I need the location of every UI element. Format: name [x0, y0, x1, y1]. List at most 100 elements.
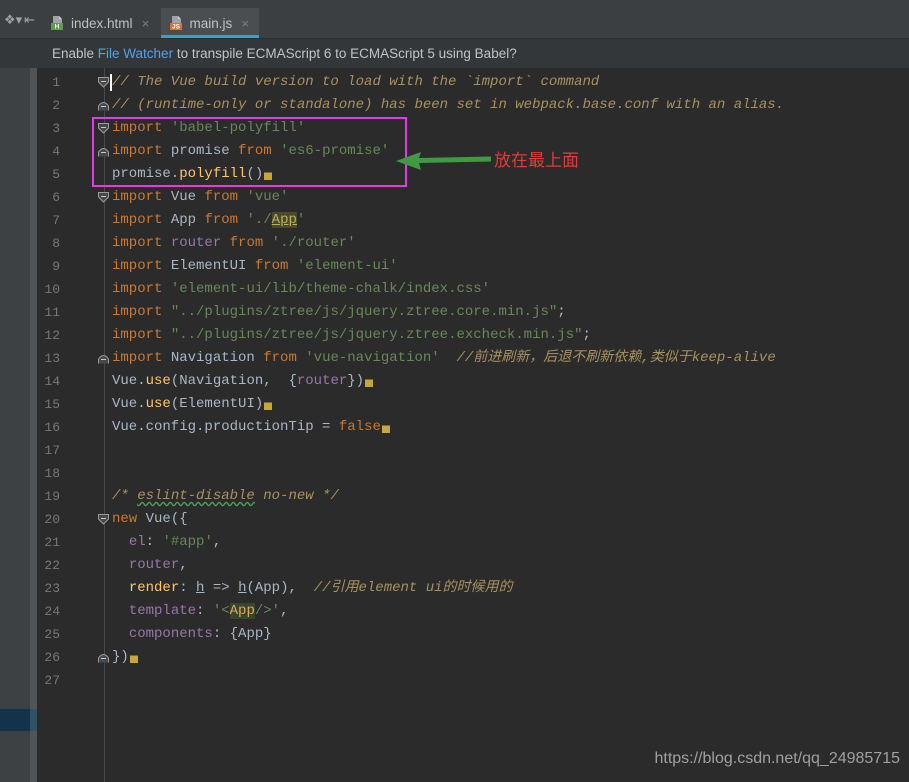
code-text[interactable]: import App from './App'	[112, 209, 305, 232]
code-token: ,	[179, 557, 187, 573]
code-token: from	[204, 189, 238, 205]
fold-gutter	[95, 209, 111, 232]
code-token	[162, 235, 170, 251]
code-token: ElementUI	[162, 258, 254, 274]
code-token: :	[213, 626, 230, 642]
code-token	[162, 120, 170, 136]
left-scrollbar[interactable]	[30, 68, 37, 782]
notification-text-suffix: to transpile ECMAScript 6 to ECMAScript …	[173, 46, 517, 61]
code-text[interactable]: Vue.use(Navigation, {router})	[112, 370, 373, 393]
code-token: (App),	[246, 580, 313, 596]
code-token	[263, 235, 271, 251]
code-token: 'babel-polyfill'	[171, 120, 305, 136]
fold-marker-icon[interactable]	[95, 117, 111, 140]
code-token: Vue.config.productionTip =	[112, 419, 339, 435]
code-text[interactable]: // (runtime-only or standalone) has been…	[112, 94, 784, 117]
code-text[interactable]: Vue.use(ElementUI)	[112, 393, 272, 416]
fold-marker-icon[interactable]	[95, 646, 111, 669]
tab-index-html[interactable]: Hindex.html×	[42, 8, 160, 38]
code-text[interactable]: })	[112, 646, 138, 669]
code-editor[interactable]: 1// The Vue build version to load with t…	[0, 68, 909, 782]
code-text[interactable]: render: h => h(App), //引用element ui的时候用的	[112, 577, 513, 600]
code-token: no-new */	[255, 488, 339, 504]
code-token: from	[204, 212, 238, 228]
code-text[interactable]: components: {App}	[112, 623, 272, 646]
code-text[interactable]: import "../plugins/ztree/js/jquery.ztree…	[112, 301, 566, 324]
code-text[interactable]: /* eslint-disable no-new */	[112, 485, 339, 508]
code-text[interactable]: el: '#app',	[112, 531, 221, 554]
code-token: router	[171, 235, 221, 251]
code-line: 11 import "../plugins/ztree/js/jquery.ztr…	[37, 301, 897, 324]
tab-close-icon[interactable]: ×	[140, 16, 152, 31]
code-line: 24 template: '<App/>',	[37, 600, 897, 623]
fold-marker-icon[interactable]	[95, 71, 111, 94]
code-token: promise	[162, 143, 238, 159]
code-text[interactable]: router,	[112, 554, 188, 577]
code-token: el	[129, 534, 146, 550]
code-token: '<	[213, 603, 230, 619]
fold-gutter	[95, 232, 111, 255]
line-number: 18	[37, 466, 63, 481]
code-text[interactable]: import 'babel-polyfill'	[112, 117, 305, 140]
scroll-from-source-icon[interactable]: ⇤	[24, 13, 35, 26]
line-number: 8	[37, 236, 63, 251]
code-text[interactable]: promise.polyfill()	[112, 163, 272, 186]
fold-marker-icon[interactable]	[95, 508, 111, 531]
code-token: '#app'	[162, 534, 212, 550]
code-token: // The Vue build version to load with th…	[112, 74, 599, 90]
code-token: import	[112, 350, 162, 366]
code-token: Vue.	[112, 373, 146, 389]
code-token: Vue	[162, 189, 204, 205]
fold-marker-icon[interactable]	[95, 186, 111, 209]
code-text[interactable]: import promise from 'es6-promise'	[112, 140, 389, 163]
code-token: import	[112, 189, 162, 205]
code-line: 21 el: '#app',	[37, 531, 897, 554]
code-token	[112, 580, 129, 596]
tab-main-js[interactable]: JSmain.js×	[161, 8, 260, 38]
code-token: 'element-ui/lib/theme-chalk/index.css'	[171, 281, 490, 297]
code-text[interactable]: Vue.config.productionTip = false	[112, 416, 390, 439]
code-text[interactable]: import "../plugins/ztree/js/jquery.ztree…	[112, 324, 591, 347]
fold-marker-icon[interactable]	[95, 140, 111, 163]
line-number: 15	[37, 397, 63, 412]
code-text[interactable]: import router from './router'	[112, 232, 356, 255]
code-text[interactable]: template: '<App/>',	[112, 600, 289, 623]
code-token: render	[129, 580, 179, 596]
code-line: 22 router,	[37, 554, 897, 577]
fold-marker-icon[interactable]	[95, 347, 111, 370]
code-token: use	[146, 396, 171, 412]
fold-marker-icon[interactable]	[95, 94, 111, 117]
annotation-label: 放在最上面	[494, 146, 579, 171]
line-number: 11	[37, 305, 63, 320]
code-text[interactable]: import Navigation from 'vue-navigation' …	[112, 347, 776, 370]
code-text[interactable]: import Vue from 'vue'	[112, 186, 288, 209]
file-watcher-link[interactable]: File Watcher	[98, 46, 173, 61]
code-token: promise.	[112, 166, 179, 182]
fold-gutter	[95, 439, 111, 462]
line-number: 20	[37, 512, 63, 527]
ide-window: ❖▾ ⇤ Hindex.html×JSmain.js× Enable File …	[0, 0, 909, 782]
fold-gutter	[95, 554, 111, 577]
tab-close-icon[interactable]: ×	[239, 16, 251, 31]
view-options-icon[interactable]: ❖▾	[4, 13, 22, 26]
code-token: new	[112, 511, 137, 527]
tab-label: main.js	[190, 16, 233, 31]
code-text[interactable]: new Vue({	[112, 508, 188, 531]
left-tool-stripe	[0, 68, 30, 782]
code-token	[112, 626, 129, 642]
code-line: 26})	[37, 646, 897, 669]
fold-gutter	[95, 623, 111, 646]
scrollbar-selection-marker	[30, 709, 37, 731]
code-line: 27	[37, 669, 897, 692]
line-number: 25	[37, 627, 63, 642]
code-text[interactable]: import 'element-ui/lib/theme-chalk/index…	[112, 278, 490, 301]
code-token: (Navigation, {	[171, 373, 297, 389]
code-text[interactable]: import ElementUI from 'element-ui'	[112, 255, 398, 278]
code-token: /*	[112, 488, 137, 504]
stripe-selection-marker	[0, 709, 30, 731]
code-token: 'element-ui'	[297, 258, 398, 274]
code-token: import	[112, 143, 162, 159]
code-text[interactable]: // The Vue build version to load with th…	[112, 71, 599, 94]
line-number: 10	[37, 282, 63, 297]
eol-warning-mark	[264, 165, 272, 180]
